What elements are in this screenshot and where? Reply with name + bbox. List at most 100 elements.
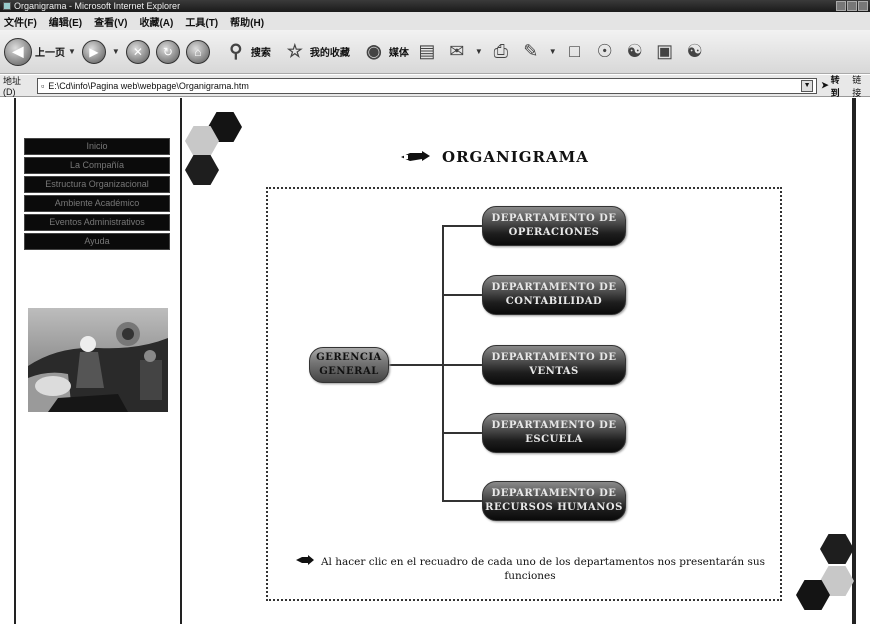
node-label: CONTABILIDAD: [505, 296, 603, 307]
media-button[interactable]: ◉ 媒体: [362, 40, 409, 64]
node-dept-ventas[interactable]: DEPARTAMENTO DE VENTAS: [482, 345, 626, 385]
node-dept-operaciones[interactable]: DEPARTAMENTO DE OPERACIONES: [482, 206, 626, 246]
address-label: 地址(D): [3, 76, 22, 97]
hexagon-decoration: [185, 155, 219, 185]
back-arrow-icon: ◀: [4, 37, 32, 66]
go-button[interactable]: ➤ 转到: [821, 73, 848, 99]
mail-icon[interactable]: ✉: [445, 40, 469, 64]
chevron-down-icon[interactable]: ▼: [549, 47, 557, 56]
node-label: OPERACIONES: [508, 227, 600, 238]
chevron-down-icon[interactable]: ▼: [801, 79, 814, 92]
node-label: DEPARTAMENTO DE: [491, 488, 617, 499]
address-input[interactable]: ▫ E:\Cd\info\Pagina web\webpage\Organigr…: [37, 77, 818, 94]
node-label: DEPARTAMENTO DE: [491, 352, 617, 363]
back-label: 上一页: [35, 48, 65, 59]
discuss-icon[interactable]: □: [563, 40, 587, 64]
menu-help[interactable]: 帮助(H): [230, 14, 264, 29]
forward-button[interactable]: ▶: [81, 39, 106, 64]
node-dept-contabilidad[interactable]: DEPARTAMENTO DE CONTABILIDAD: [482, 275, 626, 315]
chevron-down-icon: ▼: [68, 47, 76, 56]
chevron-down-icon[interactable]: ▼: [112, 47, 120, 56]
menu-favorites[interactable]: 收藏(A): [139, 14, 173, 29]
title-bar: Organigrama - Microsoft Internet Explore…: [0, 0, 870, 12]
notes-icon[interactable]: ▣: [653, 40, 677, 64]
menu-bar: 文件(F) 编辑(E) 查看(V) 收藏(A) 工具(T) 帮助(H): [0, 12, 870, 30]
nav-item-ayuda[interactable]: Ayuda: [24, 233, 170, 250]
node-label: VENTAS: [529, 366, 579, 377]
connector-line: [442, 225, 444, 501]
node-label: ESCUELA: [525, 434, 583, 445]
messenger-icon[interactable]: ☯: [623, 40, 647, 64]
menu-tools[interactable]: 工具(T): [185, 14, 218, 29]
nav-item-ambiente[interactable]: Ambiente Académico: [24, 195, 170, 212]
node-dept-recursos-humanos[interactable]: DEPARTAMENTO DE RECURSOS HUMANOS: [482, 481, 626, 521]
connector-line: [442, 500, 484, 502]
go-label: 转到: [830, 74, 840, 98]
workshop-photo: [28, 308, 168, 412]
toolbar: ◀ 上一页 ▼ ▶ ▼ ✕ ↻ ⌂ ⚲ 搜索 ☆ 我的收藏 ◉ 媒体 ▤ ✉ ▼…: [0, 30, 870, 74]
maximize-button[interactable]: [847, 1, 857, 11]
node-label: RECURSOS HUMANOS: [485, 502, 623, 513]
edit-icon[interactable]: ✎: [519, 40, 543, 64]
node-label: DEPARTAMENTO DE: [491, 282, 617, 293]
page-title-area: ORGANIGRAMA: [400, 148, 589, 166]
search-label: 搜索: [250, 48, 271, 59]
address-bar: 地址(D) ▫ E:\Cd\info\Pagina web\webpage\Or…: [0, 73, 870, 99]
ie-icon: [3, 2, 11, 10]
research-icon[interactable]: ☯: [683, 40, 707, 64]
hexagon-decoration: [820, 534, 854, 564]
nav-item-estructura[interactable]: Estructura Organizacional: [24, 176, 170, 193]
minimize-button[interactable]: [836, 1, 846, 11]
search-button[interactable]: ⚲ 搜索: [224, 40, 271, 64]
right-border: [852, 98, 856, 624]
node-gerencia-general[interactable]: GERENCIA GENERAL: [309, 347, 389, 383]
connector-line: [442, 294, 484, 296]
instruction-note: Al hacer clic en el recuadro de cada uno…: [290, 555, 770, 583]
close-button[interactable]: [858, 1, 868, 11]
favorites-label: 我的收藏: [309, 48, 350, 59]
connector-line: [442, 225, 484, 227]
nav-item-compania[interactable]: La Compañía: [24, 157, 170, 174]
address-value: E:\Cd\info\Pagina web\webpage\Organigram…: [48, 80, 249, 91]
chevron-down-icon[interactable]: ▼: [475, 47, 483, 56]
refresh-button[interactable]: ↻: [155, 39, 180, 64]
browser-window: Organigrama - Microsoft Internet Explore…: [0, 0, 870, 624]
window-title: Organigrama - Microsoft Internet Explore…: [14, 1, 181, 11]
connector-line: [442, 432, 484, 434]
node-label: GENERAL: [319, 366, 379, 377]
nav-menu: Inicio La Compañía Estructura Organizaci…: [24, 138, 170, 252]
go-arrow-icon: ➤: [821, 80, 829, 90]
search-icon: ⚲: [229, 41, 243, 61]
connector-line: [389, 364, 443, 366]
node-dept-escuela[interactable]: DEPARTAMENTO DE ESCUELA: [482, 413, 626, 453]
menu-file[interactable]: 文件(F): [4, 14, 37, 29]
window-controls: [836, 1, 868, 11]
pointing-hand-icon: [401, 151, 430, 161]
node-label: GERENCIA: [316, 352, 382, 363]
media-icon: ◉: [365, 41, 382, 61]
back-button[interactable]: ◀ 上一页 ▼: [4, 37, 76, 66]
star-icon: ☆: [286, 41, 303, 61]
links-label[interactable]: 链接: [852, 73, 870, 99]
sidebar: Inicio La Compañía Estructura Organizaci…: [14, 98, 182, 624]
menu-view[interactable]: 查看(V): [94, 14, 127, 29]
node-label: DEPARTAMENTO DE: [491, 420, 617, 431]
instruction-text: Al hacer clic en el recuadro de cada uno…: [320, 556, 766, 582]
home-button[interactable]: ⌂: [185, 39, 210, 64]
node-label: DEPARTAMENTO DE: [491, 213, 617, 224]
nav-item-eventos[interactable]: Eventos Administrativos: [24, 214, 170, 231]
print-icon[interactable]: ⎙: [489, 40, 513, 64]
page-title: ORGANIGRAMA: [442, 148, 589, 166]
page-content: Inicio La Compañía Estructura Organizaci…: [0, 98, 870, 624]
stop-button[interactable]: ✕: [125, 39, 150, 64]
org-chart: GERENCIA GENERAL DEPARTAMENTO DE OPERACI…: [266, 187, 782, 601]
favorites-button[interactable]: ☆ 我的收藏: [283, 40, 350, 64]
globe-icon[interactable]: ☉: [593, 40, 617, 64]
media-label: 媒体: [388, 48, 409, 59]
connector-line: [442, 364, 484, 366]
history-icon[interactable]: ▤: [415, 40, 439, 64]
nav-item-inicio[interactable]: Inicio: [24, 138, 170, 155]
menu-edit[interactable]: 编辑(E): [49, 14, 82, 29]
page-icon: ▫: [41, 80, 45, 91]
pointing-hand-icon: [295, 555, 314, 565]
